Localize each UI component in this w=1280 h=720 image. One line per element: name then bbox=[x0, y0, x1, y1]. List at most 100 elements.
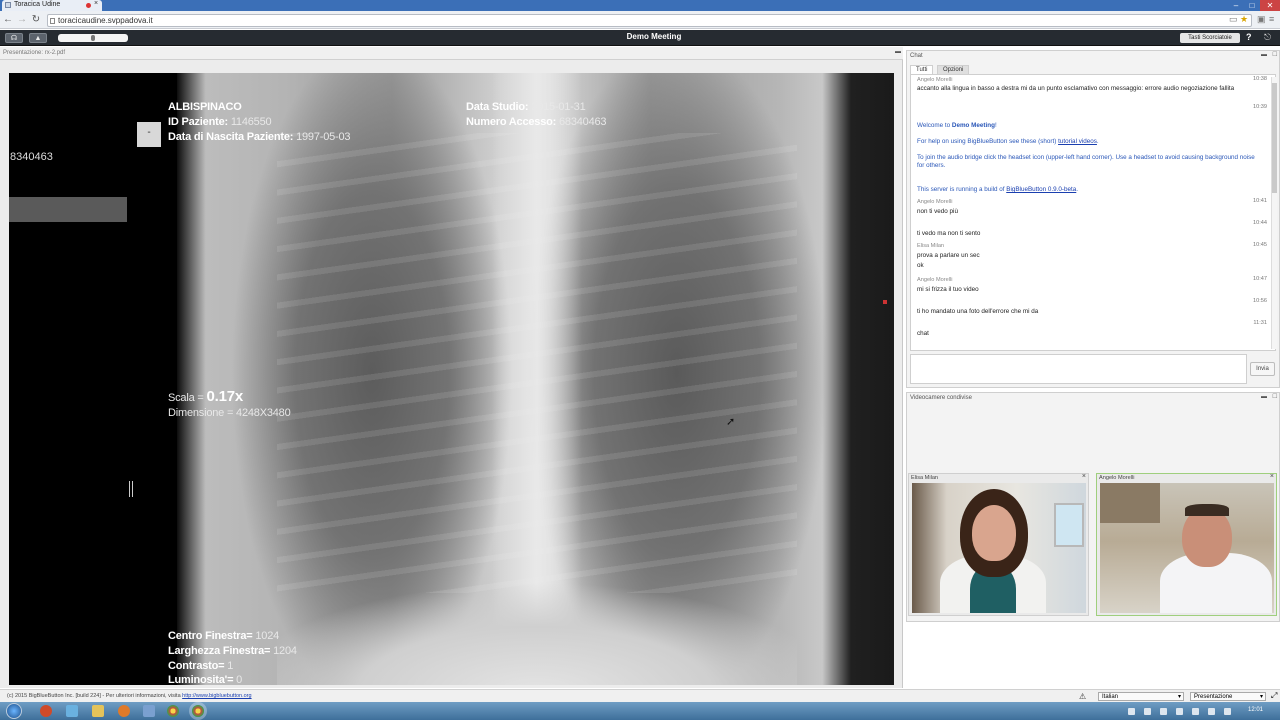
tab-title: Toracica Udine bbox=[14, 1, 61, 8]
bbb-version-link[interactable]: BigBlueButton 0.9.0-beta bbox=[1006, 186, 1076, 193]
status-footer: (c) 2015 BigBlueButton Inc. [build 224] … bbox=[0, 689, 1280, 702]
tray-icon[interactable] bbox=[1128, 708, 1135, 715]
left-accession-id: 8340463 bbox=[10, 151, 53, 163]
url-input[interactable]: toracicaudine.svppadova.it bbox=[47, 14, 1252, 27]
scale-row: Scala = 0.17x bbox=[168, 388, 243, 405]
study-date-value: 2015-01-31 bbox=[531, 101, 586, 113]
tray-icon[interactable] bbox=[1144, 708, 1151, 715]
browser-tab[interactable]: Toracica Udine × bbox=[2, 0, 102, 11]
minimize-webcam-icon[interactable]: ▬ bbox=[1261, 394, 1267, 400]
meeting-title: Demo Meeting bbox=[626, 32, 682, 41]
webcam-video bbox=[1100, 483, 1274, 613]
window-center-row: Centro Finestra= 1024 bbox=[168, 630, 279, 642]
forward-icon[interactable]: → bbox=[17, 14, 27, 25]
webcam-titlebar: Videocamere condivise ▬ □ bbox=[907, 393, 1279, 403]
message-time: 10:56 bbox=[1253, 298, 1267, 304]
tray-icon[interactable] bbox=[1192, 708, 1199, 715]
chest-xray-image bbox=[177, 73, 894, 685]
back-icon[interactable]: ← bbox=[3, 14, 13, 25]
language-value: Italian bbox=[1102, 694, 1119, 700]
patient-id-row: ID Paziente: 1146550 bbox=[168, 116, 272, 128]
tab-tutti[interactable]: Tutti bbox=[910, 65, 934, 74]
grey-block bbox=[9, 197, 127, 222]
browser-tab-strip: Toracica Udine × – □ ✕ bbox=[0, 0, 1280, 11]
resize-handle[interactable] bbox=[129, 481, 133, 497]
close-tab-icon[interactable]: × bbox=[94, 0, 98, 7]
tab-opzioni[interactable]: Opzioni bbox=[937, 65, 970, 74]
layout-select[interactable]: Presentazione ▾ bbox=[1190, 692, 1266, 701]
system-message: Welcome to Demo Meeting! bbox=[917, 122, 997, 129]
language-select[interactable]: Italian ▾ bbox=[1098, 692, 1184, 701]
network-icon[interactable] bbox=[1208, 708, 1215, 715]
message-text: non ti vedo più bbox=[917, 208, 958, 215]
shortcuts-button[interactable]: Tasti Scorciatoie bbox=[1180, 33, 1240, 43]
audio-warning-icon[interactable]: ⚠ bbox=[1079, 692, 1086, 701]
start-button[interactable] bbox=[6, 703, 22, 719]
maximize-webcam-icon[interactable]: □ bbox=[1273, 393, 1277, 400]
close-webcam-icon[interactable]: × bbox=[1082, 473, 1086, 480]
message-text: chat bbox=[917, 330, 929, 337]
window-width-value: 1204 bbox=[273, 645, 297, 657]
app-icon[interactable] bbox=[66, 705, 78, 717]
chat-scrollbar[interactable] bbox=[1271, 77, 1277, 349]
minimize-window-icon[interactable]: – bbox=[1228, 0, 1244, 11]
tray-icon[interactable] bbox=[1176, 708, 1183, 715]
access-number-value: 68340463 bbox=[558, 116, 607, 128]
slide-canvas[interactable] bbox=[9, 73, 894, 685]
message-text: ok bbox=[917, 262, 924, 269]
send-button[interactable]: Invia bbox=[1250, 362, 1275, 376]
logout-icon[interactable]: ⎋ bbox=[1264, 32, 1276, 44]
contrast-value: 1 bbox=[227, 660, 234, 672]
chat-message-input[interactable] bbox=[910, 354, 1247, 384]
bookmark-star-icon[interactable]: ★ bbox=[1240, 14, 1248, 25]
message-time: 10:38 bbox=[1253, 76, 1267, 82]
message-text: ti ho mandato una foto dell'errore che m… bbox=[917, 308, 1039, 315]
chrome-icon[interactable] bbox=[167, 705, 179, 717]
close-webcam-icon[interactable]: × bbox=[1270, 473, 1274, 480]
volume-icon[interactable] bbox=[1224, 708, 1231, 715]
system-message: To join the audio bridge click the heads… bbox=[917, 154, 1255, 169]
chat-panel: Chat ▬ □ Tutti Opzioni Angelo Morelli 10… bbox=[906, 50, 1280, 388]
window-width-row: Larghezza Finestra= 1204 bbox=[168, 645, 297, 657]
page-action-icon[interactable]: ▭ bbox=[1229, 14, 1238, 25]
scale-label: Scala = bbox=[168, 392, 204, 404]
webcam-title: Videocamere condivise bbox=[910, 395, 972, 401]
patient-id-value: 1146550 bbox=[230, 116, 272, 128]
recording-indicator-icon bbox=[86, 3, 91, 8]
taskbar-clock[interactable]: 12:01 bbox=[1248, 707, 1263, 713]
tray-icon[interactable] bbox=[1160, 708, 1167, 715]
close-window-icon[interactable]: ✕ bbox=[1260, 0, 1280, 11]
window-width-label: Larghezza Finestra= bbox=[168, 645, 271, 657]
study-date-label: Data Studio: bbox=[466, 101, 529, 113]
reload-icon[interactable]: ↻ bbox=[31, 14, 41, 25]
menu-icon[interactable]: ≡ bbox=[1269, 14, 1274, 24]
webcam-feed[interactable]: Elisa Milan × bbox=[908, 473, 1089, 616]
chat-message-list[interactable]: Angelo Morelli 10:38 accanto alla lingua… bbox=[910, 74, 1276, 351]
chat-scrollbar-thumb[interactable] bbox=[1272, 83, 1277, 193]
app-toolbar: ☊ ▲ Demo Meeting Tasti Scorciatoie ? ⎋ bbox=[0, 30, 1280, 46]
contrast-label: Contrasto= bbox=[168, 660, 225, 672]
minimize-chat-icon[interactable]: ▬ bbox=[1261, 52, 1267, 58]
chrome-icon[interactable] bbox=[192, 705, 204, 717]
chat-tabs: Tutti Opzioni bbox=[907, 63, 1279, 74]
maximize-chat-icon[interactable]: □ bbox=[1273, 51, 1277, 58]
maximize-window-icon[interactable]: □ bbox=[1244, 0, 1260, 11]
app-icon[interactable] bbox=[143, 705, 155, 717]
dimension-row: Dimensione = 4248X3480 bbox=[168, 407, 291, 419]
app-icon[interactable] bbox=[40, 705, 52, 717]
minimize-panel-icon[interactable]: ▬ bbox=[895, 49, 901, 55]
birth-date-row: Data di Nascita Paziente: 1997-05-03 bbox=[168, 131, 351, 143]
folder-icon[interactable] bbox=[92, 705, 104, 717]
slide-minimize-button[interactable]: - bbox=[137, 122, 161, 147]
webcam-feed[interactable]: Angelo Morelli × bbox=[1096, 473, 1277, 616]
fullscreen-icon[interactable]: ⤢ bbox=[1271, 691, 1277, 701]
extension-icon[interactable]: ▣ bbox=[1257, 14, 1266, 25]
app-icon[interactable] bbox=[118, 705, 130, 717]
webcam-user-name: Elisa Milan bbox=[911, 475, 939, 481]
contrast-row: Contrasto= 1 bbox=[168, 660, 233, 672]
tutorial-videos-link[interactable]: tutorial videos bbox=[1058, 138, 1097, 145]
help-button[interactable]: ? bbox=[1246, 32, 1252, 42]
bbb-website-link[interactable]: http://www.bigbluebutton.org bbox=[182, 693, 251, 699]
page-icon bbox=[50, 18, 55, 24]
message-sender: Angelo Morelli bbox=[917, 199, 953, 205]
